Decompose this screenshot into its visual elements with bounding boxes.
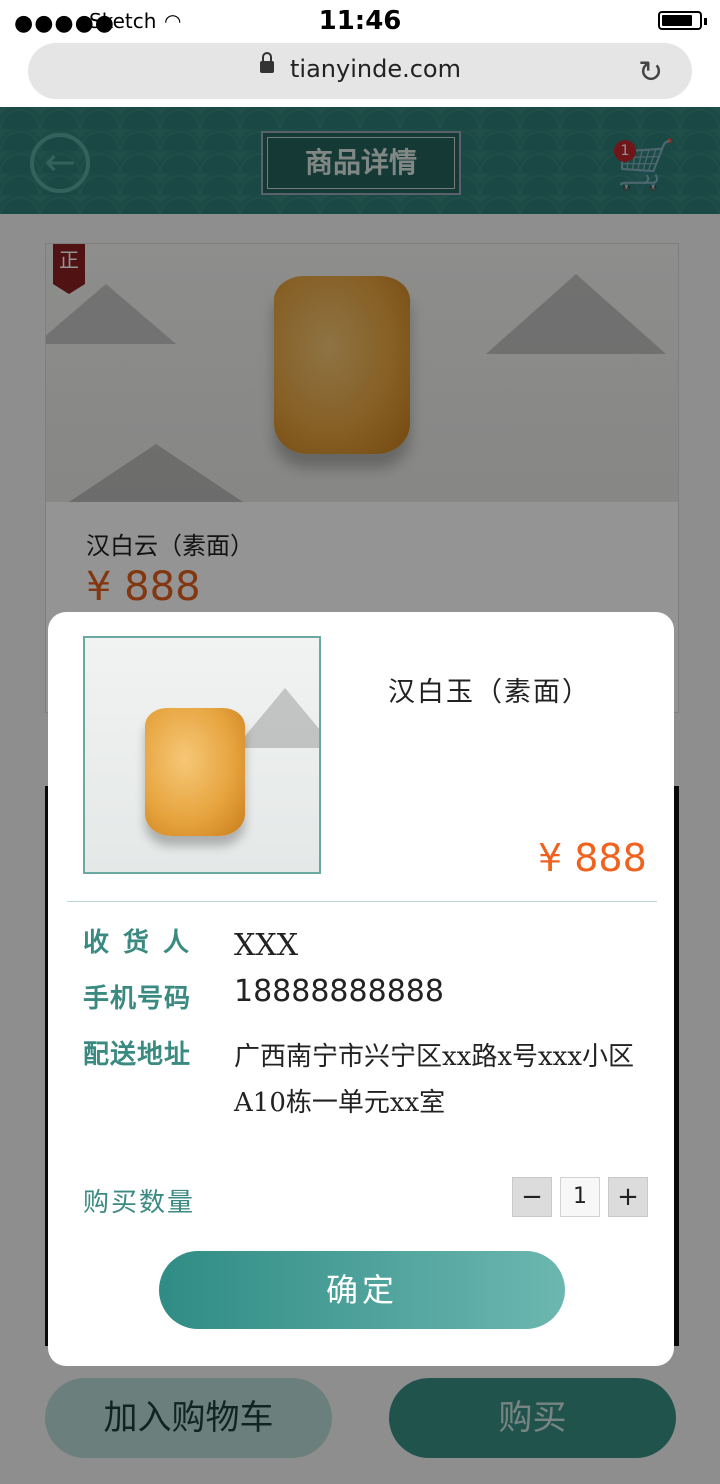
- quantity-label: 购买数量: [83, 1188, 196, 1218]
- purchase-modal: 汉白玉（素面） ¥ 888 收货人 XXX 手机号码 18888888888 配…: [48, 612, 674, 1366]
- receiver-value: XXX: [234, 928, 299, 963]
- quantity-increase-button[interactable]: +: [608, 1177, 648, 1217]
- battery-icon: [658, 11, 707, 30]
- url-text: tianyinde.com: [290, 55, 461, 83]
- receiver-label: 收货人: [83, 928, 204, 958]
- address-value: 广西南宁市兴宁区xx路x号xxx小区A10栋一单元xx室: [234, 1042, 634, 1118]
- quantity-decrease-button[interactable]: −: [512, 1177, 552, 1217]
- phone-label: 手机号码: [83, 984, 192, 1014]
- quantity-input[interactable]: 1: [560, 1177, 600, 1217]
- status-bar: ●●●●● Sketch ◠ 11:46: [0, 0, 720, 44]
- status-time: 11:46: [318, 6, 402, 36]
- modal-product-price: ¥ 888: [538, 836, 647, 880]
- address-label: 配送地址: [83, 1040, 192, 1070]
- modal-product-name: 汉白玉（素面）: [388, 677, 591, 708]
- stool-image: [145, 708, 245, 836]
- address-bar[interactable]: tianyinde.com ↻: [28, 43, 692, 99]
- lock-icon: [260, 52, 274, 73]
- modal-product-image: [83, 636, 321, 874]
- divider: [67, 901, 657, 902]
- reload-icon[interactable]: ↻: [638, 55, 663, 90]
- phone-value: 18888888888: [234, 974, 444, 1009]
- confirm-button[interactable]: 确定: [159, 1251, 565, 1329]
